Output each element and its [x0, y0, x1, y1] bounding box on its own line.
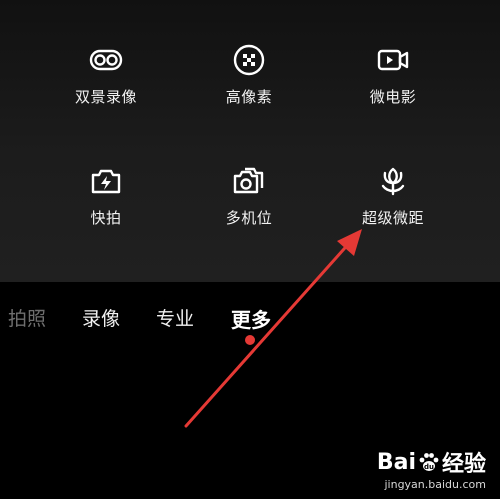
video-icon	[377, 49, 409, 71]
mode-super-macro-label: 超级微距	[361, 210, 424, 227]
watermark-brand-left: Bai	[376, 449, 416, 475]
mode-dual-view[interactable]: 双景录像	[46, 43, 166, 107]
mode-dual-view-label: 双景录像	[74, 89, 137, 106]
watermark-url: jingyan.baidu.com	[384, 478, 486, 491]
tab-more[interactable]: 更多	[231, 304, 271, 333]
active-tab-indicator	[245, 335, 255, 345]
tab-photo[interactable]: 拍照	[8, 304, 46, 331]
more-modes-panel: 双景录像 高像素 微电影 快拍 多机位 超级微距	[0, 0, 500, 282]
mode-high-resolution-label: 高像素	[225, 89, 273, 106]
mode-super-macro[interactable]: 超级微距	[333, 164, 453, 228]
mode-micro-movie-label: 微电影	[369, 89, 417, 106]
multi-camera-icon	[233, 167, 264, 194]
dual-view-icon	[89, 49, 123, 71]
quick-shot-icon	[91, 169, 121, 194]
mode-multi-camera[interactable]: 多机位	[189, 164, 309, 228]
tab-pro[interactable]: 专业	[156, 304, 194, 331]
svg-text:du: du	[424, 463, 434, 471]
mode-quick-shot[interactable]: 快拍	[46, 164, 166, 228]
watermark-brand-right: 经验	[441, 452, 486, 477]
tab-video[interactable]: 录像	[82, 304, 120, 331]
paw-icon: du	[419, 453, 439, 471]
baidu-jingyan-watermark: Bai du 经验 jingyan.baidu.com	[376, 446, 486, 492]
mode-high-resolution[interactable]: 高像素	[189, 43, 309, 107]
mode-micro-movie[interactable]: 微电影	[333, 43, 453, 107]
camera-mode-tabs: 拍照 录像 专业 更多	[0, 300, 500, 340]
mode-quick-shot-label: 快拍	[90, 210, 122, 227]
mode-multi-camera-label: 多机位	[225, 210, 273, 227]
high-resolution-icon	[233, 44, 265, 76]
macro-flower-icon	[381, 167, 405, 196]
